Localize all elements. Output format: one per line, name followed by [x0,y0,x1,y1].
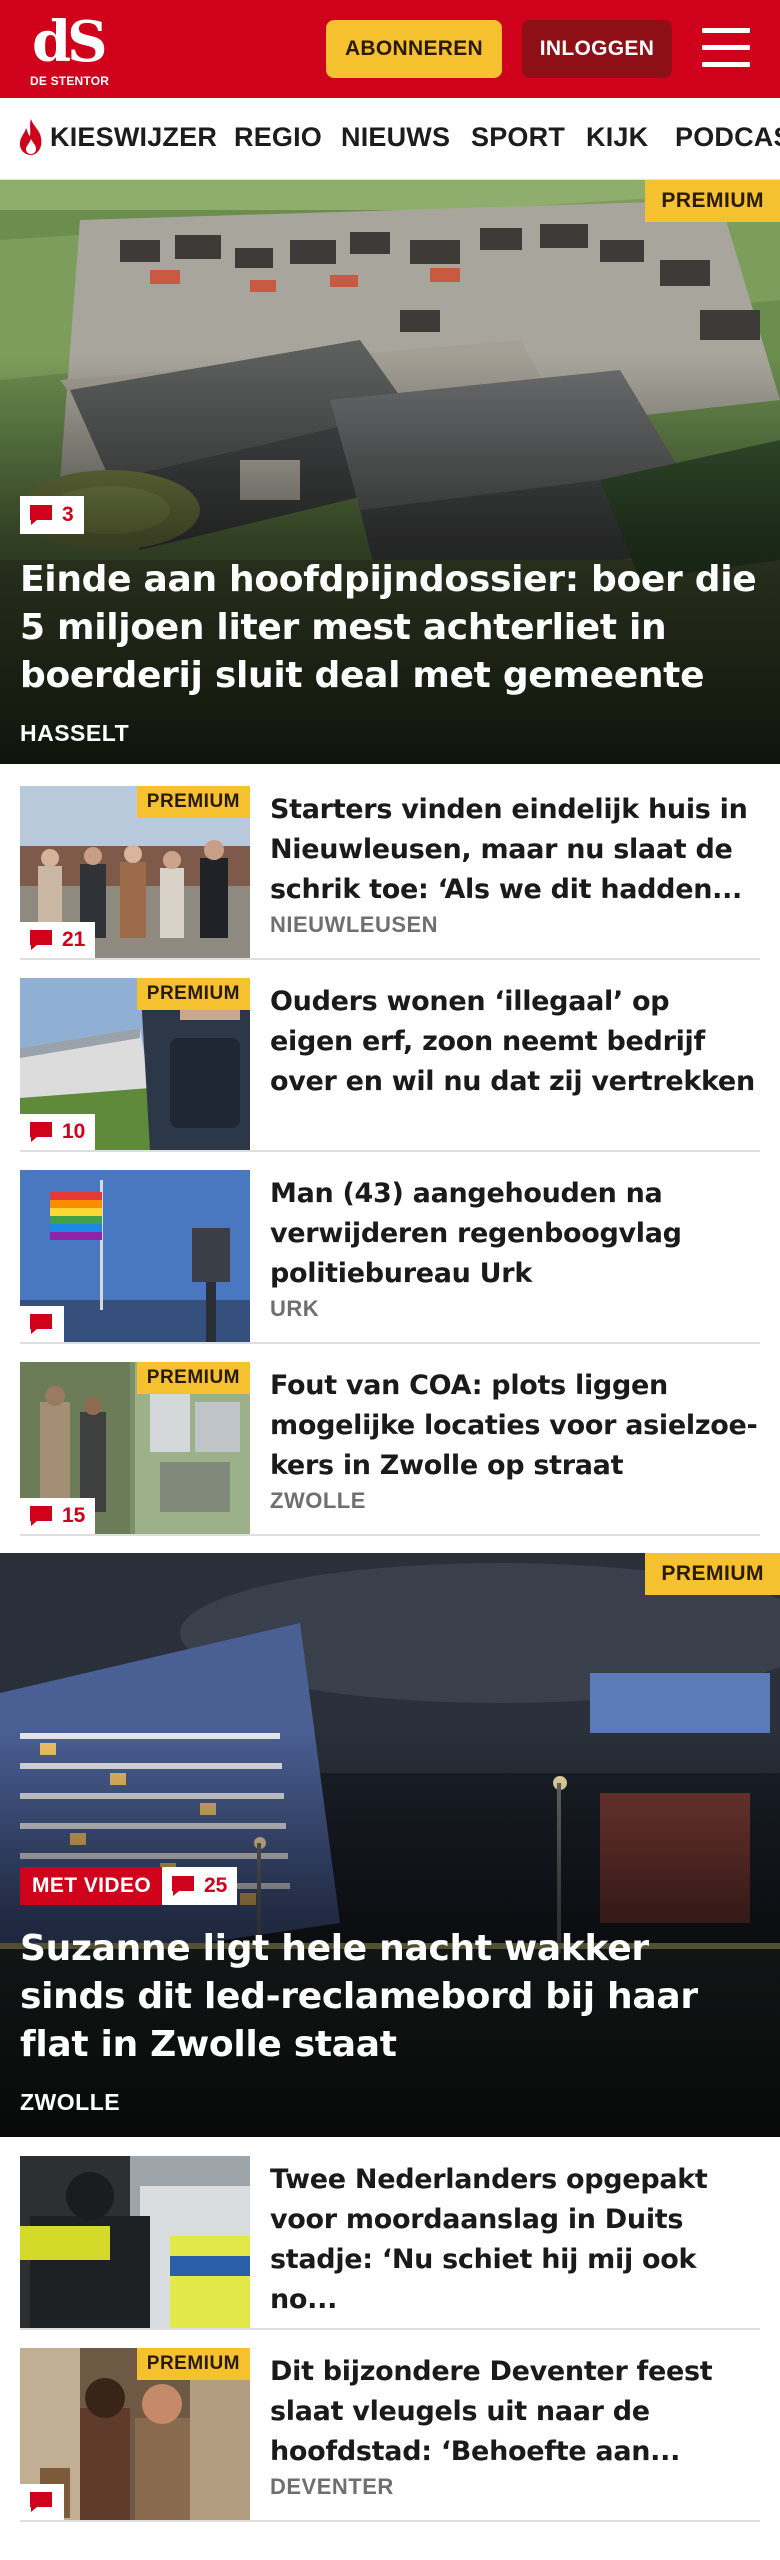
comment-count-badge[interactable]: 15 [20,1498,96,1534]
site-header: dS DE STENTOR ABONNEREN INLOGGEN [0,0,780,98]
premium-badge: PREMIUM [645,1553,780,1595]
comment-count: 25 [204,1874,228,1897]
hero-headline[interactable]: Suzanne ligt hele nacht wakker sinds dit… [20,1925,765,2069]
article-title[interactable]: Dit bijzondere Deventer feest slaat vleu… [270,2352,760,2472]
article-title[interactable]: Twee Nederlanders opgepakt voor moordaan… [270,2160,760,2320]
nav-item-podcast[interactable]: PODCAS [675,122,780,153]
hero-location: ZWOLLE [20,2089,121,2115]
nav-item-nieuws[interactable]: NIEUWS [341,122,450,153]
list-item[interactable]: Twee Nederlanders opgepakt voor moordaan… [20,2138,760,2330]
list-item[interactable]: PREMIUM 10 Ouders wonen ‘illegaal’ op ei… [20,960,760,1152]
comment-count-badge[interactable]: 10 [20,1114,96,1150]
article-location: URK [270,1296,320,1321]
hero-headline[interactable]: Einde aan hoofdpijndossier: boer die 5 m… [20,556,765,700]
article-thumbnail: PREMIUM 10 [20,978,250,1150]
article-thumbnail: PREMIUM 21 [20,786,250,958]
comment-count-badge[interactable]: 21 [20,922,96,958]
comment-count-badge[interactable]: 3 [20,496,84,534]
article-location: ZWOLLE [270,1488,366,1513]
comment-count: 21 [62,928,86,951]
comment-count: 3 [62,503,74,526]
speech-bubble-icon [30,1506,52,1526]
article-title[interactable]: Starters vinden eindelijk huis in Nieuwl… [270,790,760,910]
speech-bubble-icon [30,1122,52,1142]
site-logo[interactable]: dS DE STENTOR [28,14,112,90]
list-item[interactable]: PREMIUM Dit bijzondere Deventer feest sl… [20,2330,760,2522]
list-item[interactable]: PREMIUM 15 Fout van COA: plots liggen mo… [20,1344,760,1536]
article-title[interactable]: Ouders wonen ‘illegaal’ op eigen erf, zo… [270,982,760,1102]
section-nav: KIESWIJZER REGIO NIEUWS SPORT KIJK PODCA… [0,98,780,180]
list-item[interactable]: PREMIUM 21 Starters vinden eindelijk hui… [20,768,760,960]
login-button[interactable]: INLOGGEN [522,20,672,78]
article-title[interactable]: Man (43) aangehouden na verwijderen rege… [270,1174,760,1294]
speech-bubble-icon [30,505,52,525]
article-location: DEVENTER [270,2474,394,2499]
comment-count: 10 [62,1120,86,1143]
article-thumbnail: PREMIUM [20,2348,250,2520]
hamburger-menu-icon[interactable] [700,26,752,70]
article-location: NIEUWLEUSEN [270,912,439,937]
comment-count: 15 [62,1504,86,1527]
video-badge: MET VIDEO [20,1867,164,1905]
premium-badge: PREMIUM [136,978,250,1010]
premium-badge: PREMIUM [645,180,780,222]
speech-bubble-icon [30,1314,52,1334]
logo-mark: dS [32,9,108,75]
nav-item-regio[interactable]: REGIO [234,122,322,153]
comment-count-badge[interactable]: 25 [162,1867,238,1905]
flame-icon [19,119,42,155]
speech-bubble-icon [172,1876,194,1896]
article-thumbnail [20,1170,250,1342]
premium-badge: PREMIUM [136,786,250,818]
list-item[interactable]: Man (43) aangehouden na verwijderen rege… [20,1152,760,1344]
article-title[interactable]: Fout van COA: plots liggen mogelijke loc… [270,1366,760,1486]
article-thumbnail: PREMIUM 15 [20,1362,250,1534]
nav-item-kijk[interactable]: KIJK [586,122,648,153]
article-thumbnail [20,2156,250,2328]
comment-count-badge[interactable] [20,1306,64,1342]
nav-item-kieswijzer[interactable]: KIESWIJZER [50,122,217,153]
comment-count-badge[interactable] [20,2484,64,2520]
premium-badge: PREMIUM [136,2348,250,2380]
premium-badge: PREMIUM [136,1362,250,1394]
logo-subtitle: DE STENTOR [30,74,110,88]
speech-bubble-icon [30,2492,52,2512]
hero-article[interactable]: PREMIUM 3 Einde aan hoofdpijndossier: bo… [0,180,780,764]
hero-article-video[interactable]: PREMIUM MET VIDEO 25 Suzanne ligt hele n… [0,1553,780,2137]
hero-location: HASSELT [20,720,130,746]
subscribe-button[interactable]: ABONNEREN [326,20,502,78]
speech-bubble-icon [30,930,52,950]
nav-item-sport[interactable]: SPORT [471,122,565,153]
